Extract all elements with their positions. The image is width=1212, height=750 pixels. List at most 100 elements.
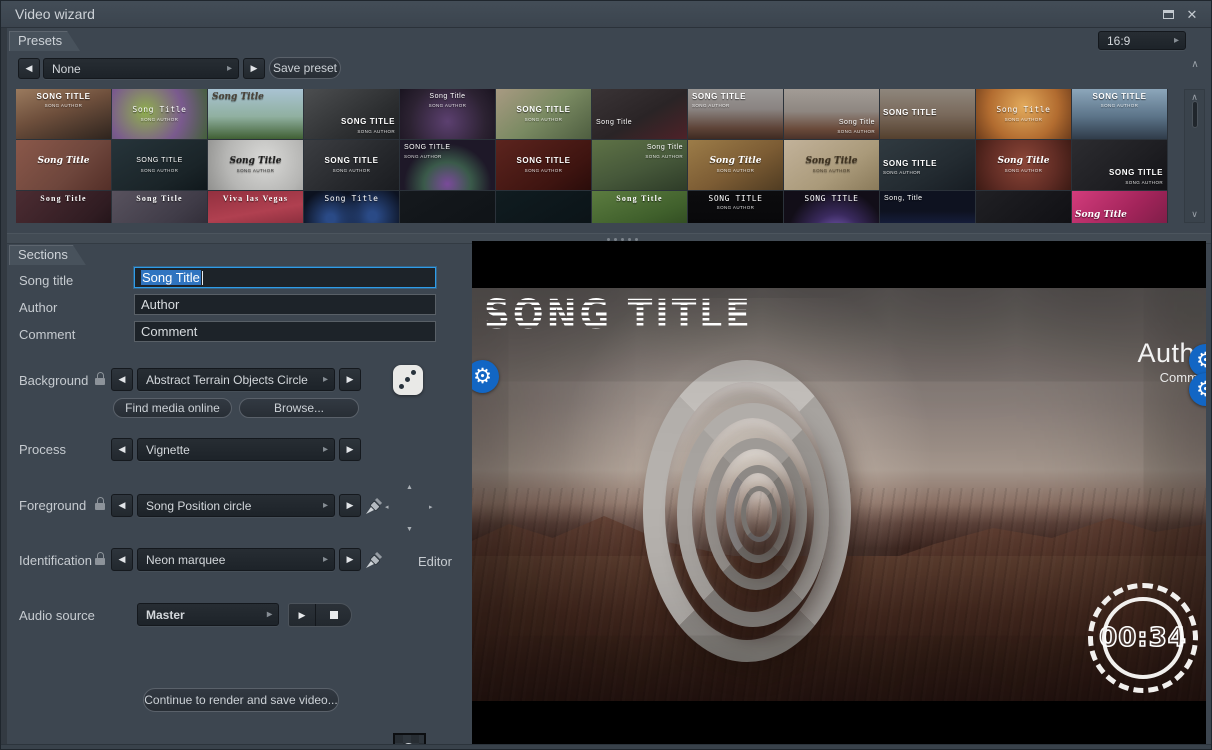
preset-thumbnail[interactable]: SONG TITLE xyxy=(784,191,879,223)
close-button[interactable]: ✕ xyxy=(1183,7,1201,22)
lock-icon[interactable] xyxy=(95,497,105,510)
pan-up-icon[interactable]: ▲ xyxy=(406,484,413,491)
aspect-ratio-select[interactable]: 16:9 ▸ xyxy=(1098,31,1186,50)
preset-thumbnail[interactable]: Song TitleSONG AUTHOR xyxy=(592,140,687,190)
background-next-button[interactable]: ▶ xyxy=(339,368,361,391)
next-arrow-icon: ▶ xyxy=(251,63,258,74)
aspect-ratio-value: 16:9 xyxy=(1107,34,1130,48)
preset-thumbnail[interactable]: Song TitleSONG AUTHOR xyxy=(400,89,495,139)
preset-thumbnail[interactable]: Viva las Vegas xyxy=(208,191,303,223)
preset-thumbnail[interactable]: SONG TITLESONG AUTHOR xyxy=(1072,140,1167,190)
thumbnail-title: Song Title xyxy=(112,195,207,204)
scroll-down-icon[interactable]: ∨ xyxy=(1185,209,1204,220)
preset-thumbnail[interactable]: SONG TITLE xyxy=(880,89,975,139)
thumbnail-subtitle: SONG AUTHOR xyxy=(304,169,399,174)
process-select[interactable]: Vignette ▸ xyxy=(137,438,335,461)
preset-thumbnail[interactable] xyxy=(400,191,495,223)
tab-sections[interactable]: Sections xyxy=(9,245,86,265)
tab-presets[interactable]: Presets xyxy=(9,31,80,51)
preset-thumbnail[interactable] xyxy=(976,191,1071,223)
preset-thumbnail[interactable]: Song Title xyxy=(208,89,303,139)
song-position-timer: 00:34 xyxy=(1088,583,1198,693)
thumbnail-subtitle: SONG AUTHOR xyxy=(692,104,730,109)
foreground-select[interactable]: Song Position circle ▸ xyxy=(137,494,335,517)
preset-thumbnail[interactable] xyxy=(496,191,591,223)
preset-thumbnail[interactable]: Song Title xyxy=(112,191,207,223)
browse-button[interactable]: Browse... xyxy=(239,398,359,418)
comment-input[interactable] xyxy=(134,321,436,342)
paint-brush-icon[interactable] xyxy=(364,550,384,570)
preset-thumbnail[interactable]: SONG TITLESONG AUTHOR xyxy=(496,140,591,190)
process-next-button[interactable]: ▶ xyxy=(339,438,361,461)
preset-thumbnail[interactable]: SONG TITLESONG AUTHOR xyxy=(400,140,495,190)
preset-thumbnail[interactable]: SONG TITLESONG AUTHOR xyxy=(112,140,207,190)
foreground-prev-button[interactable]: ◀ xyxy=(111,494,133,517)
find-media-online-button[interactable]: Find media online xyxy=(113,398,232,418)
preset-next-button[interactable]: ▶ xyxy=(243,58,265,79)
preset-thumbnail[interactable]: Song Title xyxy=(592,89,687,139)
process-prev-button[interactable]: ◀ xyxy=(111,438,133,461)
scrollbar-thumb[interactable] xyxy=(1192,101,1198,128)
preset-thumbnail[interactable]: Song Title xyxy=(16,191,111,223)
thumbnail-title: SONG TITLE xyxy=(404,144,451,152)
preset-thumbnail[interactable]: SONG TITLESONG AUTHOR xyxy=(304,140,399,190)
song-title-input[interactable]: Song Title xyxy=(134,267,436,288)
identification-next-button[interactable]: ▶ xyxy=(339,548,361,571)
preset-thumbnail[interactable]: Song TitleSONG AUTHOR xyxy=(208,140,303,190)
preset-thumbnail[interactable]: Song, Title xyxy=(880,191,975,223)
window-bottom-border xyxy=(1,744,1211,749)
preset-thumbnail[interactable]: SONG TITLESONG AUTHOR xyxy=(304,89,399,139)
thumbnail-subtitle: SONG AUTHOR xyxy=(357,130,395,135)
identification-prev-button[interactable]: ◀ xyxy=(111,548,133,571)
panel-collapse-button[interactable]: ∧ xyxy=(1185,59,1205,70)
play-button[interactable]: ▶ xyxy=(289,604,316,626)
audio-source-label: Audio source xyxy=(19,608,95,623)
preset-thumbnail[interactable]: Song Title xyxy=(1072,191,1167,223)
thumbnail-subtitle: SONG AUTHOR xyxy=(16,104,111,109)
preset-thumbnail[interactable]: Song Title xyxy=(304,191,399,223)
preset-thumbnail[interactable]: SONG TITLESONG AUTHOR xyxy=(880,140,975,190)
preview-song-title: Song Title xyxy=(484,292,753,338)
thumbnail-title: SONG TITLE xyxy=(883,160,937,169)
thumbnail-subtitle: SONG AUTHOR xyxy=(208,169,303,174)
preset-thumbnail[interactable]: SONG TITLESONG AUTHOR xyxy=(688,89,783,139)
chevron-up-icon: ∧ xyxy=(1191,59,1198,70)
preset-thumbnail[interactable]: Song TitleSONG AUTHOR xyxy=(976,89,1071,139)
preset-thumbnail[interactable]: Song TitleSONG AUTHOR xyxy=(112,89,207,139)
preset-thumbnail[interactable]: Song TitleSONG AUTHOR xyxy=(784,140,879,190)
preset-prev-button[interactable]: ◀ xyxy=(18,58,40,79)
preset-select[interactable]: None ▸ xyxy=(43,58,239,79)
preset-thumbnail[interactable]: Song Title xyxy=(592,191,687,223)
foreground-next-button[interactable]: ▶ xyxy=(339,494,361,517)
maximize-button[interactable] xyxy=(1159,7,1177,22)
pan-right-icon[interactable]: ▸ xyxy=(429,504,433,511)
preset-thumbnail[interactable]: Song TitleSONG AUTHOR xyxy=(688,140,783,190)
foreground-label: Foreground xyxy=(19,498,86,513)
continue-render-button[interactable]: Continue to render and save video... xyxy=(143,688,339,712)
randomize-dice-button[interactable] xyxy=(393,365,423,395)
thumbnail-subtitle: SONG AUTHOR xyxy=(1072,104,1167,109)
audio-source-value: Master xyxy=(146,608,185,622)
save-preset-button[interactable]: Save preset xyxy=(269,57,341,79)
preset-scrollbar[interactable]: ∧ ∨ xyxy=(1184,89,1205,223)
lock-icon[interactable] xyxy=(95,372,105,385)
background-prev-button[interactable]: ◀ xyxy=(111,368,133,391)
preset-thumbnail[interactable]: SONG TITLESONG AUTHOR xyxy=(496,89,591,139)
author-input[interactable] xyxy=(134,294,436,315)
preset-thumbnail[interactable]: Song TitleSONG AUTHOR xyxy=(784,89,879,139)
window-title: Video wizard xyxy=(15,6,95,22)
pan-left-icon[interactable]: ◂ xyxy=(385,504,389,511)
background-select[interactable]: Abstract Terrain Objects Circle ▸ xyxy=(137,368,335,391)
preset-thumbnail[interactable]: SONG TITLESONG AUTHOR xyxy=(688,191,783,223)
preset-thumbnail[interactable]: Song Title xyxy=(16,140,111,190)
paint-brush-icon[interactable] xyxy=(364,496,384,516)
close-icon: ✕ xyxy=(1187,7,1198,23)
stop-button[interactable] xyxy=(316,604,351,626)
pan-down-icon[interactable]: ▼ xyxy=(406,526,413,533)
lock-icon[interactable] xyxy=(95,552,105,565)
audio-source-select[interactable]: Master ▸ xyxy=(137,603,279,626)
identification-select[interactable]: Neon marquee ▸ xyxy=(137,548,335,571)
preset-thumbnail[interactable]: Song TitleSONG AUTHOR xyxy=(976,140,1071,190)
preset-thumbnail[interactable]: SONG TITLESONG AUTHOR xyxy=(16,89,111,139)
preset-thumbnail[interactable]: SONG TITLESONG AUTHOR xyxy=(1072,89,1167,139)
